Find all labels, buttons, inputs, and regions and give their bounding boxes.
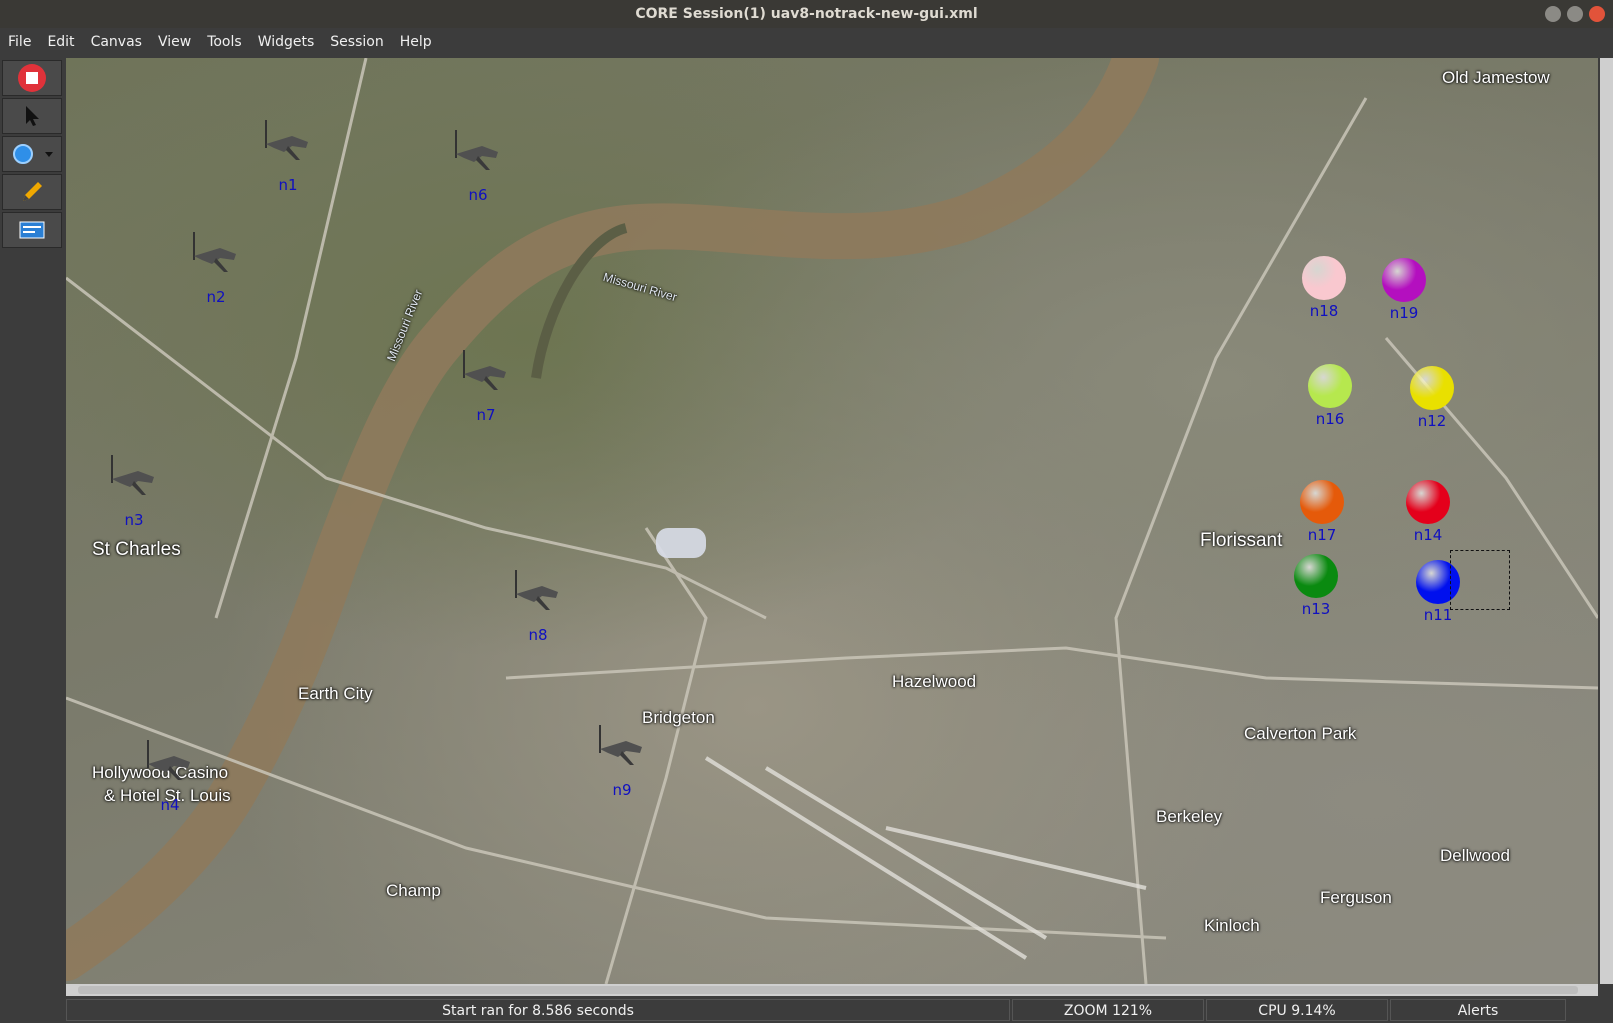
uav-node-label: n9 <box>612 781 632 799</box>
place-hazelwood: Hazelwood <box>892 672 977 691</box>
status-zoom: ZOOM 121% <box>1012 999 1204 1021</box>
uav-node-n8[interactable] <box>512 568 562 614</box>
map-background <box>66 58 1598 984</box>
window-title: CORE Session(1) uav8-notrack-new-gui.xml <box>635 6 978 22</box>
color-node-n14[interactable] <box>1406 480 1450 524</box>
place-dellwood: Dellwood <box>1440 846 1510 865</box>
menu-file[interactable]: File <box>0 28 39 56</box>
airport-runways <box>704 756 1147 960</box>
cursor-icon <box>26 106 39 126</box>
uav-drone-icon <box>599 725 642 765</box>
uav-drone-icon <box>265 120 308 160</box>
uav-node-label: n1 <box>278 176 298 194</box>
color-node-label: n14 <box>1413 526 1443 544</box>
place-champ: Champ <box>386 881 441 900</box>
place-berkeley: Berkeley <box>1156 807 1223 826</box>
uav-node-label: n3 <box>124 511 144 529</box>
uav-node-n7[interactable] <box>460 348 510 394</box>
roads <box>66 58 1598 984</box>
stop-icon <box>18 64 46 92</box>
left-toolbar <box>0 58 64 993</box>
menu-session[interactable]: Session <box>322 28 391 56</box>
place-florissant: Florissant <box>1200 530 1283 551</box>
status-message: Start ran for 8.586 seconds <box>66 999 1010 1021</box>
selection-box <box>1450 550 1510 610</box>
color-node-n16[interactable] <box>1308 364 1352 408</box>
annotation-button[interactable] <box>2 212 62 248</box>
pencil-icon <box>23 182 42 201</box>
place-calverton-park: Calverton Park <box>1244 724 1357 743</box>
river <box>66 58 1159 981</box>
color-node-label: n16 <box>1315 410 1345 428</box>
window-titlebar: CORE Session(1) uav8-notrack-new-gui.xml <box>0 0 1613 28</box>
place-kinloch: Kinloch <box>1204 916 1260 935</box>
color-node-label: n12 <box>1417 412 1447 430</box>
horizontal-scrollbar-thumb[interactable] <box>78 986 1578 994</box>
uav-node-n9[interactable] <box>596 723 646 769</box>
color-node-n18[interactable] <box>1302 256 1346 300</box>
color-node-label: n19 <box>1389 304 1419 322</box>
horizontal-scrollbar[interactable] <box>66 984 1598 996</box>
minimize-icon[interactable] <box>1545 6 1561 22</box>
status-bar: Start ran for 8.586 seconds ZOOM 121% CP… <box>0 997 1613 1023</box>
chevron-down-icon <box>45 152 53 157</box>
menu-view[interactable]: View <box>150 28 199 56</box>
marker-shape-button[interactable] <box>2 136 62 172</box>
vertical-scrollbar[interactable] <box>1600 58 1613 984</box>
uav-node-label: n2 <box>206 288 226 306</box>
uav-drone-icon <box>111 455 154 495</box>
color-node-n12[interactable] <box>1410 366 1454 410</box>
map-canvas[interactable]: Old Jamestow St Charles Florissant Hazel… <box>66 58 1598 984</box>
menu-help[interactable]: Help <box>392 28 440 56</box>
color-node-n17[interactable] <box>1300 480 1344 524</box>
stop-session-button[interactable] <box>2 60 62 96</box>
uav-node-label: n6 <box>468 186 488 204</box>
color-node-n19[interactable] <box>1382 258 1426 302</box>
text-icon <box>19 221 45 239</box>
uav-node-label: n8 <box>528 626 548 644</box>
uav-drone-icon <box>515 570 558 610</box>
alerts-button[interactable]: Alerts <box>1390 999 1566 1021</box>
place-ferguson: Ferguson <box>1320 888 1392 907</box>
uav-node-label: n4 <box>160 796 180 814</box>
uav-drone-icon <box>193 232 236 272</box>
uav-node-n3[interactable] <box>108 453 158 499</box>
place-st-charles: St Charles <box>92 539 181 560</box>
uav-node-label: n7 <box>476 406 496 424</box>
uav-node-n1[interactable] <box>262 118 312 164</box>
color-node-label: n11 <box>1423 606 1453 624</box>
stadium <box>656 528 706 558</box>
oval-icon <box>13 144 53 164</box>
color-node-label: n17 <box>1307 526 1337 544</box>
place-earth-city: Earth City <box>298 684 373 703</box>
color-node-label: n18 <box>1309 302 1339 320</box>
uav-node-n4[interactable] <box>144 738 194 784</box>
menu-widgets[interactable]: Widgets <box>250 28 323 56</box>
close-icon[interactable] <box>1589 6 1605 22</box>
menu-canvas[interactable]: Canvas <box>83 28 150 56</box>
place-bridgeton: Bridgeton <box>642 708 715 727</box>
select-tool-button[interactable] <box>2 98 62 134</box>
color-node-label: n13 <box>1301 600 1331 618</box>
uav-node-n2[interactable] <box>190 230 240 276</box>
color-node-n13[interactable] <box>1294 554 1338 598</box>
place-old-jamestown: Old Jamestow <box>1442 68 1550 87</box>
menu-tools[interactable]: Tools <box>199 28 250 56</box>
status-cpu: CPU 9.14% <box>1206 999 1388 1021</box>
uav-drone-icon <box>455 130 498 170</box>
uav-drone-icon <box>147 740 190 780</box>
maximize-icon[interactable] <box>1567 6 1583 22</box>
menu-bar: File Edit Canvas View Tools Widgets Sess… <box>0 28 1613 56</box>
menu-edit[interactable]: Edit <box>39 28 82 56</box>
marker-pencil-button[interactable] <box>2 174 62 210</box>
uav-node-n6[interactable] <box>452 128 502 174</box>
uav-drone-icon <box>463 350 506 390</box>
